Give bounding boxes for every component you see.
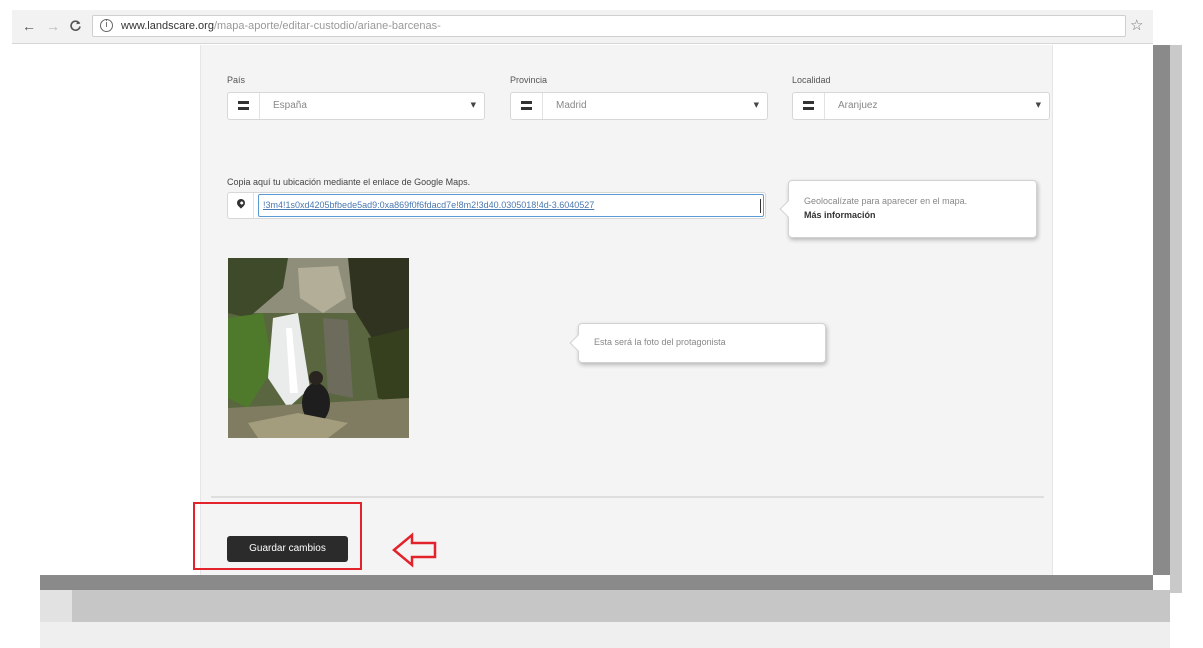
caret-down-icon: ▼ [470, 101, 476, 109]
shadow-bottom-inner [40, 575, 1153, 590]
shadow-bottom-outer [40, 622, 1170, 648]
protagonist-photo [228, 258, 409, 438]
geolocation-tooltip-text: Geolocalízate para aparecer en el mapa. [804, 196, 968, 206]
locality-label: Localidad [792, 75, 831, 85]
maps-link-input[interactable]: !3m4!1s0xd4205bfbede5ad9:0xa869f0f6fdacd… [258, 194, 764, 217]
photo-tooltip: Esta será la foto del protagonista [569, 323, 826, 363]
text-cursor [760, 199, 761, 213]
shadow-bottom-middle [72, 590, 1170, 622]
shadow-right-inner [1153, 45, 1170, 575]
browser-window: ← → i www.landscare.org/mapa-aporte/edit… [12, 10, 1153, 575]
list-icon [238, 101, 249, 110]
edit-form-card: País España ▼ Provincia Madrid ▼ Localid… [200, 45, 1053, 575]
forward-arrow-icon[interactable]: → [46, 18, 60, 34]
highlight-box [193, 502, 362, 570]
caret-down-icon: ▼ [753, 101, 759, 109]
caret-down-icon: ▼ [1035, 101, 1041, 109]
form-divider [211, 496, 1044, 498]
province-value: Madrid [556, 100, 587, 111]
reload-icon[interactable] [69, 18, 82, 32]
locality-value: Aranjuez [838, 100, 878, 111]
map-pin-icon [235, 197, 247, 209]
province-select[interactable]: Madrid ▼ [510, 92, 768, 120]
country-select[interactable]: España ▼ [227, 92, 485, 120]
province-label: Provincia [510, 75, 548, 85]
outline-left-arrow-icon [392, 532, 437, 568]
maps-link-input-group: !3m4!1s0xd4205bfbede5ad9:0xa869f0f6fdacd… [227, 192, 766, 219]
back-arrow-icon[interactable]: ← [22, 18, 36, 34]
list-icon [521, 101, 532, 110]
url-text: www.landscare.org/mapa-aporte/editar-cus… [121, 20, 441, 32]
pin-addon [228, 193, 254, 218]
select-addon [793, 93, 825, 119]
select-addon [228, 93, 260, 119]
shadow-right-outer [1170, 45, 1182, 593]
photo-tooltip-text: Esta será la foto del protagonista [594, 337, 726, 347]
page-content: País España ▼ Provincia Madrid ▼ Localid… [12, 45, 1153, 575]
browser-toolbar: ← → i www.landscare.org/mapa-aporte/edit… [12, 10, 1153, 44]
locality-select[interactable]: Aranjuez ▼ [792, 92, 1050, 120]
maps-link-value: !3m4!1s0xd4205bfbede5ad9:0xa869f0f6fdacd… [263, 200, 595, 210]
select-addon [511, 93, 543, 119]
shadow-bottom-left [40, 590, 72, 622]
address-bar[interactable]: i www.landscare.org/mapa-aporte/editar-c… [92, 15, 1126, 37]
tooltip-arrow [569, 334, 587, 352]
geolocation-tooltip: Geolocalízate para aparecer en el mapa. … [779, 180, 1037, 238]
maps-link-label: Copia aquí tu ubicación mediante el enla… [227, 177, 471, 187]
country-label: País [227, 75, 246, 85]
tooltip-arrow [779, 200, 797, 218]
info-icon[interactable]: i [100, 19, 113, 32]
more-info-link[interactable]: Más información [804, 210, 876, 220]
list-icon [803, 101, 814, 110]
star-icon[interactable]: ☆ [1130, 16, 1143, 34]
country-value: España [273, 100, 307, 111]
